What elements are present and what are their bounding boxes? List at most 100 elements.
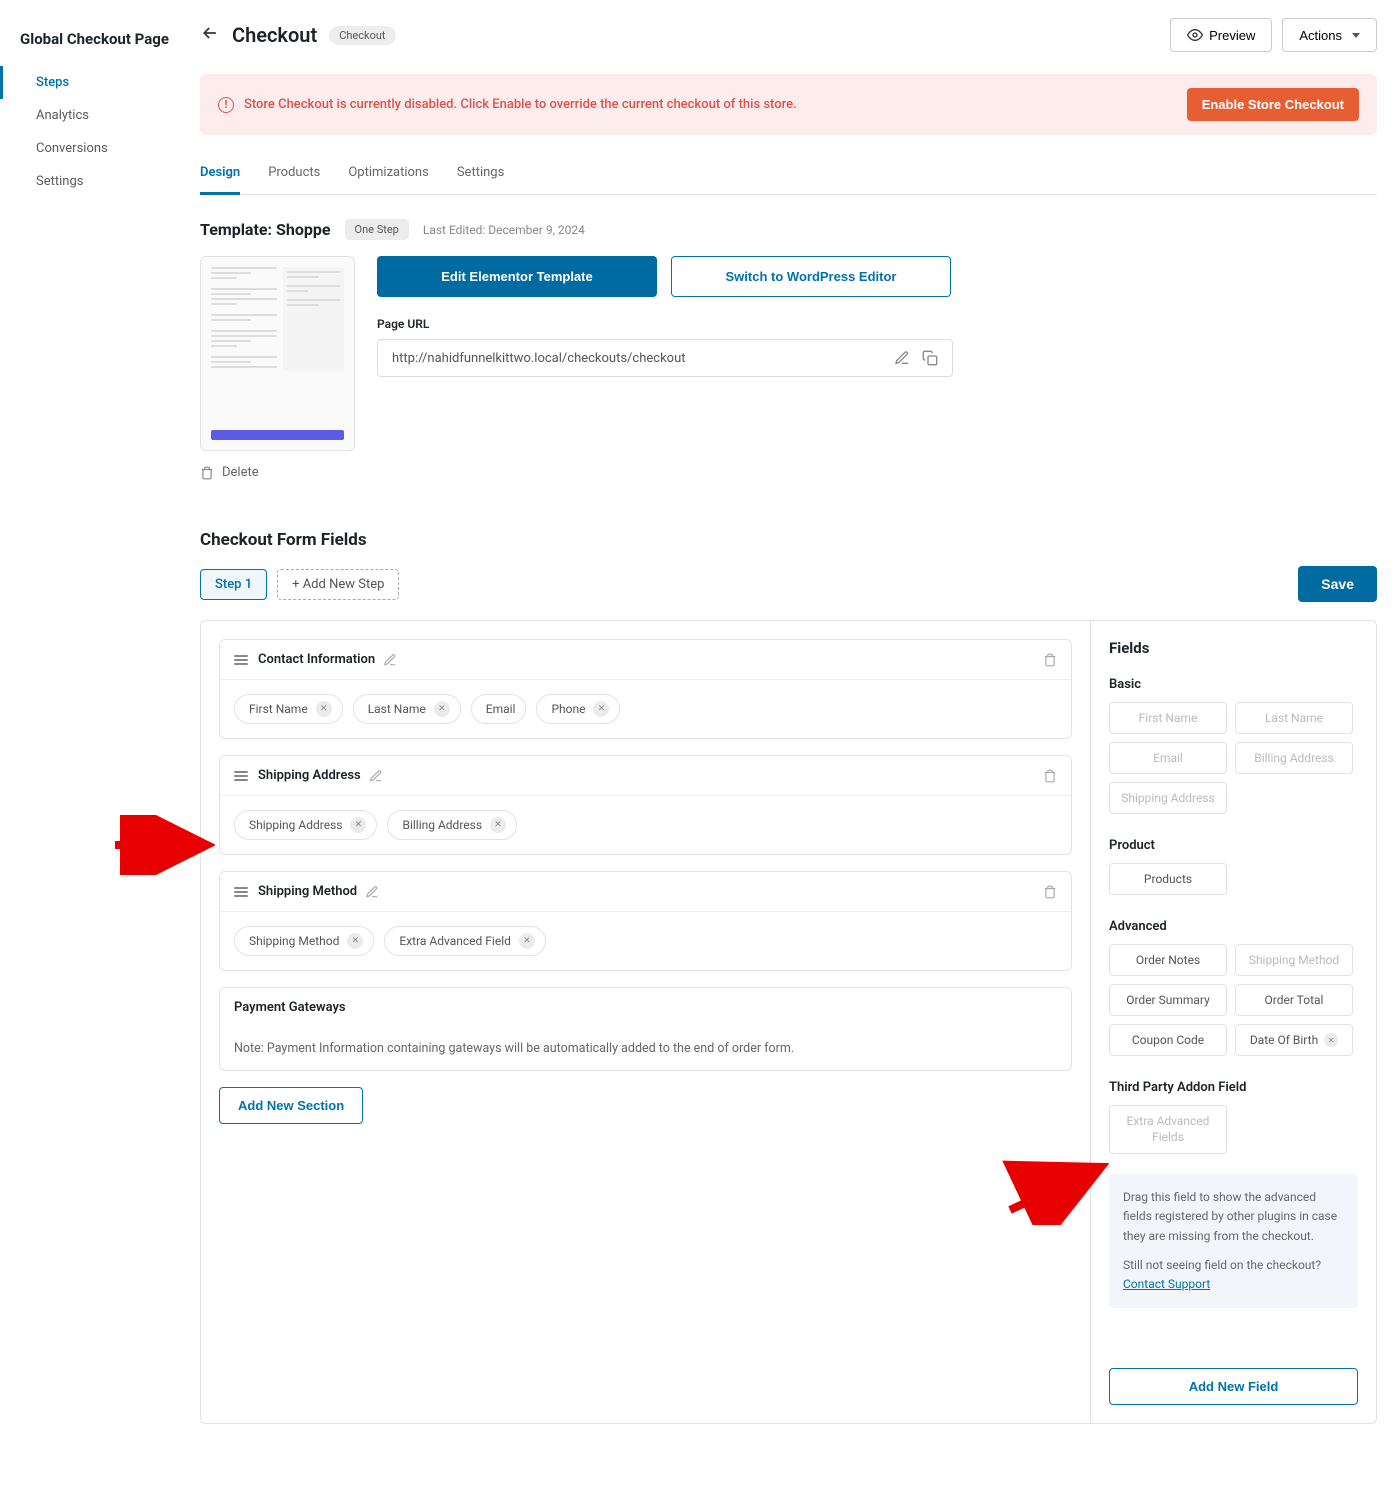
breadcrumb: Checkout <box>329 26 395 45</box>
drag-icon[interactable] <box>234 771 248 781</box>
delete-section-icon[interactable] <box>1043 768 1057 783</box>
fields-panel-title: Fields <box>1109 639 1358 657</box>
eye-icon <box>1187 27 1203 43</box>
step1-tab[interactable]: Step 1 <box>200 569 267 600</box>
preview-button[interactable]: Preview <box>1170 18 1272 52</box>
template-title: Template: Shoppe <box>200 220 331 239</box>
tab-products[interactable]: Products <box>268 157 320 194</box>
delete-section-icon[interactable] <box>1043 652 1057 667</box>
field-tag[interactable]: Date Of Birth✕ <box>1235 1024 1353 1056</box>
field-tag[interactable]: Extra Advanced Fields <box>1109 1105 1227 1154</box>
section-title: Payment Gateways <box>234 1000 346 1015</box>
sidebar-item-conversions[interactable]: Conversions <box>0 132 180 165</box>
payment-note: Note: Payment Information containing gat… <box>220 1027 1071 1070</box>
section-title: Shipping Address <box>258 768 361 783</box>
field-chip[interactable]: Shipping Method✕ <box>234 926 374 956</box>
field-chip[interactable]: Shipping Address✕ <box>234 810 377 840</box>
field-tag[interactable]: Order Notes <box>1109 944 1227 976</box>
field-chip[interactable]: Last Name✕ <box>353 694 461 724</box>
field-chip[interactable]: Phone✕ <box>536 694 620 724</box>
tab-settings[interactable]: Settings <box>457 157 504 194</box>
enable-store-checkout-button[interactable]: Enable Store Checkout <box>1187 88 1359 121</box>
field-chip[interactable]: Extra Advanced Field✕ <box>384 926 546 956</box>
section-title: Shipping Method <box>258 884 357 899</box>
drag-icon[interactable] <box>234 655 248 665</box>
alert-banner: ! Store Checkout is currently disabled. … <box>200 74 1377 135</box>
edit-section-icon[interactable] <box>369 768 383 783</box>
last-edited: Last Edited: December 9, 2024 <box>423 223 585 237</box>
field-tag[interactable]: Order Total <box>1235 984 1353 1016</box>
field-tag[interactable]: Products <box>1109 863 1227 895</box>
switch-wp-editor-button[interactable]: Switch to WordPress Editor <box>671 256 951 297</box>
page-url-row: http://nahidfunnelkittwo.local/checkouts… <box>377 339 953 377</box>
field-tag[interactable]: Last Name <box>1235 702 1353 734</box>
actions-dropdown[interactable]: Actions <box>1282 18 1377 52</box>
group-third-party-title: Third Party Addon Field <box>1109 1080 1358 1095</box>
section-shipping-method: Shipping Method Shipping Method✕ Extra A… <box>219 871 1072 971</box>
remove-chip-icon[interactable]: ✕ <box>347 933 363 949</box>
template-thumbnail[interactable] <box>200 256 355 451</box>
remove-chip-icon[interactable]: ✕ <box>350 817 366 833</box>
field-tag[interactable]: Shipping Method <box>1235 944 1353 976</box>
section-shipping-address: Shipping Address Shipping Address✕ Billi… <box>219 755 1072 855</box>
template-variant-pill: One Step <box>345 219 409 240</box>
field-chip[interactable]: Email <box>471 694 527 724</box>
save-button[interactable]: Save <box>1298 566 1377 602</box>
field-tag[interactable]: Shipping Address <box>1109 782 1227 814</box>
field-tag[interactable]: Billing Address <box>1235 742 1353 774</box>
tab-optimizations[interactable]: Optimizations <box>348 157 428 194</box>
field-tag[interactable]: Order Summary <box>1109 984 1227 1016</box>
form-sections: Contact Information First Name✕ Last Nam… <box>201 621 1090 1423</box>
contact-support-link[interactable]: Contact Support <box>1123 1277 1210 1291</box>
remove-chip-icon[interactable]: ✕ <box>519 933 535 949</box>
remove-tag-icon[interactable]: ✕ <box>1324 1033 1338 1047</box>
step-row: Step 1 + Add New Step Save <box>200 566 1377 602</box>
page-url-label: Page URL <box>377 317 1377 331</box>
add-section-button[interactable]: Add New Section <box>219 1087 363 1124</box>
group-product-title: Product <box>1109 838 1358 853</box>
back-arrow-icon[interactable] <box>200 23 220 48</box>
section-title: Contact Information <box>258 652 375 667</box>
main-content: Checkout Checkout Preview Actions ! Stor… <box>200 0 1397 1442</box>
tab-design[interactable]: Design <box>200 157 240 195</box>
form-area: Contact Information First Name✕ Last Nam… <box>200 620 1377 1424</box>
alert-text: Store Checkout is currently disabled. Cl… <box>244 97 797 112</box>
tabs: Design Products Optimizations Settings <box>200 157 1377 195</box>
fields-panel: Fields Basic First Name Last Name Email … <box>1090 621 1376 1423</box>
template-body: Delete Edit Elementor Template Switch to… <box>200 256 1377 480</box>
group-basic-title: Basic <box>1109 677 1358 692</box>
group-advanced-title: Advanced <box>1109 919 1358 934</box>
sidebar-item-settings[interactable]: Settings <box>0 165 180 198</box>
delete-section-icon[interactable] <box>1043 884 1057 899</box>
edit-url-icon[interactable] <box>894 350 910 366</box>
edit-elementor-button[interactable]: Edit Elementor Template <box>377 256 657 297</box>
edit-section-icon[interactable] <box>365 884 379 899</box>
section-contact-information: Contact Information First Name✕ Last Nam… <box>219 639 1072 739</box>
field-chip[interactable]: First Name✕ <box>234 694 343 724</box>
sidebar-title: Global Checkout Page <box>20 30 180 48</box>
field-chip[interactable]: Billing Address✕ <box>387 810 517 840</box>
delete-template-button[interactable]: Delete <box>200 465 355 480</box>
copy-url-icon[interactable] <box>922 350 938 366</box>
trash-icon <box>200 466 214 480</box>
field-tag[interactable]: Coupon Code <box>1109 1024 1227 1056</box>
drag-icon[interactable] <box>234 887 248 897</box>
remove-chip-icon[interactable]: ✕ <box>593 701 609 717</box>
sidebar: Global Checkout Page Steps Analytics Con… <box>0 0 200 1442</box>
page-title: Checkout <box>232 23 317 47</box>
add-field-button[interactable]: Add New Field <box>1109 1368 1358 1405</box>
form-fields-title: Checkout Form Fields <box>200 530 1377 550</box>
field-tag[interactable]: Email <box>1109 742 1227 774</box>
edit-section-icon[interactable] <box>383 652 397 667</box>
topbar: Checkout Checkout Preview Actions <box>200 18 1377 52</box>
sidebar-item-steps[interactable]: Steps <box>0 66 180 99</box>
remove-chip-icon[interactable]: ✕ <box>490 817 506 833</box>
section-payment-gateways: Payment Gateways Note: Payment Informati… <box>219 987 1072 1071</box>
info-box: Drag this field to show the advanced fie… <box>1109 1174 1358 1308</box>
remove-chip-icon[interactable]: ✕ <box>316 701 332 717</box>
add-step-button[interactable]: + Add New Step <box>277 569 399 600</box>
sidebar-item-analytics[interactable]: Analytics <box>0 99 180 132</box>
remove-chip-icon[interactable]: ✕ <box>434 701 450 717</box>
field-tag[interactable]: First Name <box>1109 702 1227 734</box>
page-url-value: http://nahidfunnelkittwo.local/checkouts… <box>392 351 882 366</box>
